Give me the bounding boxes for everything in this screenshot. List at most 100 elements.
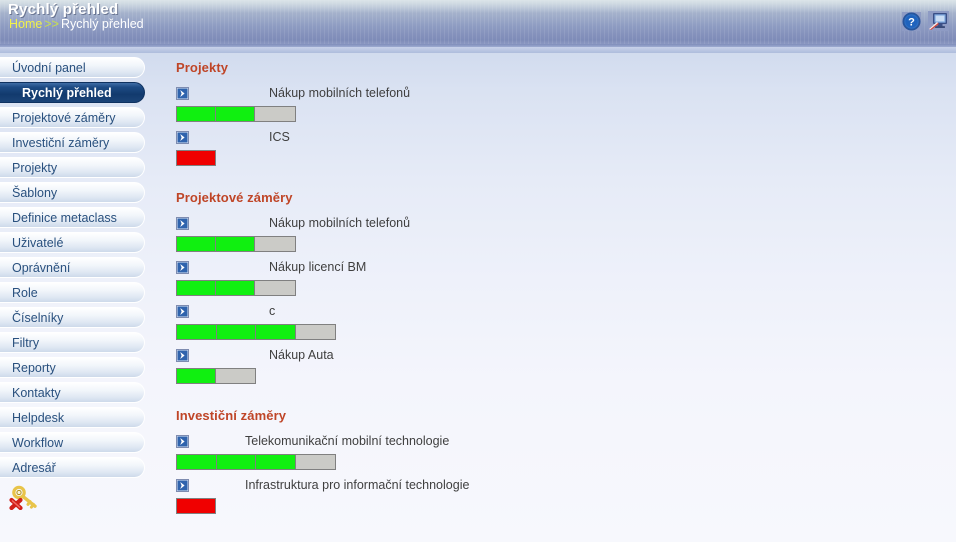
- chevron-right-icon[interactable]: [176, 304, 189, 318]
- sidebar-item-kontakty[interactable]: Kontakty: [0, 382, 145, 403]
- chevron-right-icon[interactable]: [176, 130, 189, 144]
- section-title: Projekty: [176, 60, 229, 75]
- overview-row: ICS: [176, 128, 936, 146]
- sidebar-item-label: Workflow: [12, 435, 64, 450]
- sidebar-item-rychly-prehled[interactable]: Rychlý přehled: [0, 82, 145, 103]
- sidebar-item-label: Projekty: [12, 160, 58, 175]
- sidebar-item-sablony[interactable]: Šablony: [0, 182, 145, 203]
- page-title: Rychlý přehled: [8, 1, 119, 18]
- progress-bar-wrap: [176, 498, 936, 514]
- progress-bar-wrap: [176, 368, 936, 384]
- overview-row-label: c: [269, 304, 276, 318]
- sidebar-item-label: Šablony: [12, 185, 58, 200]
- sidebar-item-role[interactable]: Role: [0, 282, 145, 303]
- breadcrumb-home-link[interactable]: Home: [9, 17, 42, 31]
- overview-row: Nákup mobilních telefonů: [176, 84, 936, 102]
- progress-bar-wrap: [176, 106, 936, 122]
- sidebar-item-opravneni[interactable]: Oprávnění: [0, 257, 145, 278]
- sidebar-item-workflow[interactable]: Workflow: [0, 432, 145, 453]
- progress-segment-green: [216, 455, 256, 469]
- key-with-red-x-icon[interactable]: [0, 484, 145, 511]
- sidebar-item-projekty[interactable]: Projekty: [0, 157, 145, 178]
- overview-row: Nákup Auta: [176, 346, 936, 364]
- overview-row-label: Nákup Auta: [269, 348, 334, 362]
- sidebar-item-label: Uživatelé: [12, 235, 64, 250]
- section-title: Projektové záměry: [176, 190, 293, 205]
- progress-segment-green: [256, 455, 296, 469]
- overview-row-label: Nákup mobilních telefonů: [269, 86, 411, 100]
- progress-segment-red: [177, 151, 215, 165]
- sidebar-item-filtry[interactable]: Filtry: [0, 332, 145, 353]
- sidebar-item-projektove-zamery[interactable]: Projektové záměry: [0, 107, 145, 128]
- chevron-right-icon[interactable]: [176, 86, 189, 100]
- section-investicni-zamery: Investiční záměry Telekomunikační mobilní…: [176, 408, 936, 514]
- progress-segment-red: [177, 499, 215, 513]
- overview-row-label: Telekomunikační mobilní technologie: [245, 434, 450, 448]
- progress-segment-green: [177, 281, 217, 295]
- overview-row-label: Infrastruktura pro informační technologi…: [245, 478, 470, 492]
- overview-row: Infrastruktura pro informační technologi…: [176, 476, 936, 494]
- sidebar-item-label: Úvodní panel: [12, 60, 86, 75]
- chevron-right-icon[interactable]: [176, 478, 189, 492]
- app-header: Rychlý přehled Home >> Rychlý přehled ?: [0, 0, 956, 44]
- sidebar-item-ciselniky[interactable]: Číselníky: [0, 307, 145, 328]
- progress-bar: [176, 106, 296, 122]
- section-projektove-zamery: Projektové záměry Nákup mobilních telefon…: [176, 190, 936, 384]
- progress-bar: [176, 236, 296, 252]
- sidebar-item-helpdesk[interactable]: Helpdesk: [0, 407, 145, 428]
- progress-segment-green: [177, 455, 217, 469]
- sidebar-item-label: Filtry: [12, 335, 40, 350]
- progress-segment-gray: [254, 237, 295, 251]
- chevron-right-icon[interactable]: [176, 348, 189, 362]
- sidebar-item-uvodni-panel[interactable]: Úvodní panel: [0, 57, 145, 78]
- svg-text:?: ?: [908, 16, 915, 28]
- overview-row: Nákup licencí BM: [176, 258, 936, 276]
- sidebar-item-investicni-zamery[interactable]: Investiční záměry: [0, 132, 145, 153]
- chevron-right-icon[interactable]: [176, 216, 189, 230]
- overview-row: Nákup mobilních telefonů: [176, 214, 936, 232]
- header-sheen: [0, 0, 956, 13]
- progress-segment-gray: [216, 369, 255, 383]
- section-projekty: Projekty Nákup mobilních telefonů ICS: [176, 60, 936, 166]
- sidebar-item-label: Kontakty: [12, 385, 61, 400]
- chevron-right-icon[interactable]: [176, 260, 189, 274]
- sidebar-item-label: Role: [12, 285, 38, 300]
- sidebar-item-label: Adresář: [12, 460, 56, 475]
- progress-segment-green: [177, 325, 217, 339]
- progress-bar: [176, 150, 216, 166]
- progress-bar-wrap: [176, 324, 936, 340]
- progress-segment-green: [216, 325, 256, 339]
- overview-row-label: ICS: [269, 130, 290, 144]
- sidebar-item-label: Helpdesk: [12, 410, 65, 425]
- section-title: Investiční záměry: [176, 408, 287, 423]
- chevron-right-icon[interactable]: [176, 434, 189, 448]
- progress-bar: [176, 280, 296, 296]
- header-divider-lower: [0, 47, 956, 53]
- sidebar-item-adresar[interactable]: Adresář: [0, 457, 145, 478]
- progress-segment-green: [177, 107, 217, 121]
- progress-bar: [176, 454, 336, 470]
- overview-row-label: Nákup mobilních telefonů: [269, 216, 411, 230]
- sidebar-item-label: Oprávnění: [12, 260, 71, 275]
- sidebar-item-label: Investiční záměry: [12, 135, 110, 150]
- sidebar-item-definice-metaclass[interactable]: Definice metaclass: [0, 207, 145, 228]
- progress-bar: [176, 368, 256, 384]
- sidebar-item-label: Projektové záměry: [12, 110, 116, 125]
- overview-row: Telekomunikační mobilní technologie: [176, 432, 936, 450]
- sidebar-item-label: Reporty: [12, 360, 56, 375]
- help-icon[interactable]: ?: [902, 11, 921, 31]
- sidebar-item-label: Rychlý přehled: [22, 85, 112, 100]
- sidebar-item-reporty[interactable]: Reporty: [0, 357, 145, 378]
- breadcrumb-separator: >>: [44, 17, 59, 31]
- progress-segment-gray: [295, 455, 335, 469]
- progress-segment-green: [177, 369, 217, 383]
- main-content: Projekty Nákup mobilních telefonů ICS Proje…: [176, 60, 936, 520]
- header-icon-group: ?: [902, 11, 949, 31]
- progress-bar-wrap: [176, 150, 936, 166]
- sidebar-item-uzivatele[interactable]: Uživatelé: [0, 232, 145, 253]
- sidebar-item-label: Definice metaclass: [12, 210, 117, 225]
- progress-segment-green: [256, 325, 296, 339]
- progress-segment-green: [177, 237, 217, 251]
- overview-row: c: [176, 302, 936, 320]
- screen-icon[interactable]: [928, 11, 949, 31]
